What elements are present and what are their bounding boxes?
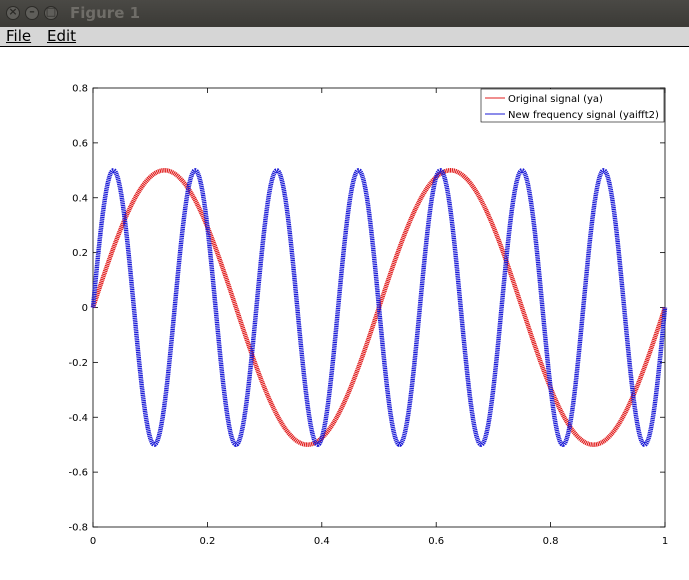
- y-tick-label: 0.6: [72, 138, 88, 149]
- x-tick-label: 0.4: [314, 536, 330, 547]
- x-tick-label: 0: [90, 536, 96, 547]
- legend-label-new: New frequency signal (yaifft2): [508, 110, 659, 121]
- x-tick-label: 0.2: [199, 536, 215, 547]
- x-tick-label: 1: [662, 536, 668, 547]
- y-tick-label: 0.4: [72, 193, 88, 204]
- chart: 0 0.2 0.4 0.6 0.8 1 0.8 0.6 0.4 0.2 0 -0.2 -0.4 -0.6 -…: [68, 84, 668, 548]
- y-tick-label: 0.8: [72, 84, 88, 95]
- y-tick-label: -0.6: [68, 468, 88, 479]
- x-tick-label: 0.8: [543, 536, 559, 547]
- y-tick-label: 0.2: [72, 248, 88, 259]
- y-tick-label: -0.8: [68, 523, 88, 534]
- y-tick-label: -0.4: [68, 413, 88, 424]
- x-tick-label: 0.6: [428, 536, 444, 547]
- legend-label-original: Original signal (ya): [508, 94, 603, 105]
- legend: Original signal (ya) New frequency signa…: [480, 88, 665, 123]
- y-tick-label: -0.2: [68, 358, 88, 369]
- y-tick-label: 0: [82, 303, 88, 314]
